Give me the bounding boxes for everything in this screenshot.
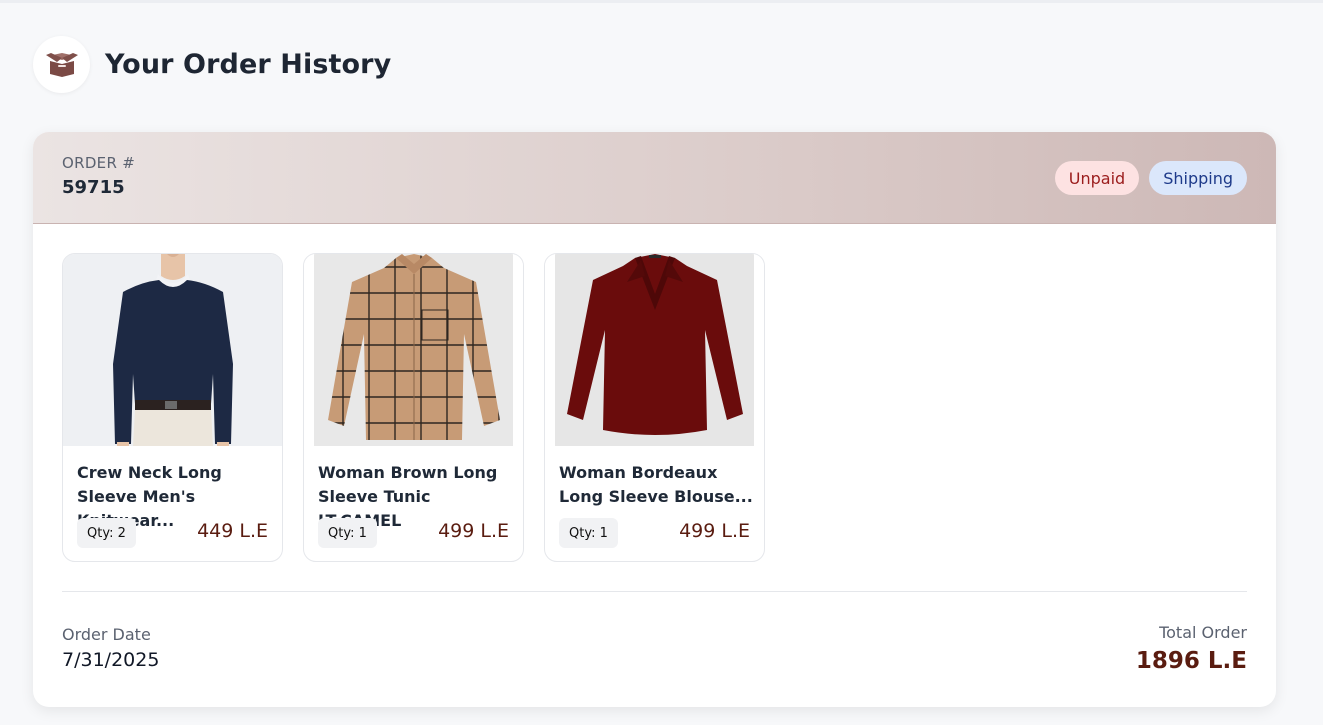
product-price: 499 L.E	[438, 520, 509, 542]
status-badges: Unpaid Shipping	[1054, 161, 1247, 195]
order-card-header: ORDER # 59715 Unpaid Shipping	[33, 132, 1276, 224]
product-price: 499 L.E	[679, 520, 750, 542]
page-title: Your Order History	[105, 49, 392, 80]
order-number-label: ORDER #	[62, 154, 136, 172]
product-card[interactable]: Crew Neck Long Sleeve Men's Knitwear... …	[62, 253, 283, 562]
order-date-label: Order Date	[62, 625, 151, 644]
order-card: ORDER # 59715 Unpaid Shipping Crew Neck …	[33, 132, 1276, 707]
shipping-status-badge: Shipping	[1149, 161, 1247, 195]
bordeaux-blouse-photo	[545, 254, 764, 446]
product-name: Woman Bordeaux Long Sleeve Blouse...	[559, 463, 753, 506]
quantity-badge: Qty: 1	[318, 518, 377, 548]
order-number: 59715	[62, 177, 125, 198]
quantity-badge: Qty: 2	[77, 518, 136, 548]
divider	[62, 591, 1247, 592]
order-total: 1896 L.E	[1135, 648, 1247, 674]
top-edge	[0, 0, 1323, 3]
product-card[interactable]: Woman Brown Long Sleeve Tunic LT.CAMEL Q…	[303, 253, 524, 562]
order-date: 7/31/2025	[62, 649, 160, 671]
quantity-badge: Qty: 1	[559, 518, 618, 548]
navy-knit-sweater-photo	[63, 254, 282, 446]
order-items-list: Crew Neck Long Sleeve Men's Knitwear... …	[62, 253, 765, 562]
product-card[interactable]: Woman Bordeaux Long Sleeve Blouse... Qty…	[544, 253, 765, 562]
payment-status-badge: Unpaid	[1054, 161, 1140, 195]
product-price: 449 L.E	[197, 520, 268, 542]
camel-plaid-shirt-photo	[304, 254, 523, 446]
box-open-icon	[33, 36, 90, 93]
order-total-label: Total Order	[1159, 623, 1247, 642]
page-header: Your Order History	[33, 36, 391, 93]
